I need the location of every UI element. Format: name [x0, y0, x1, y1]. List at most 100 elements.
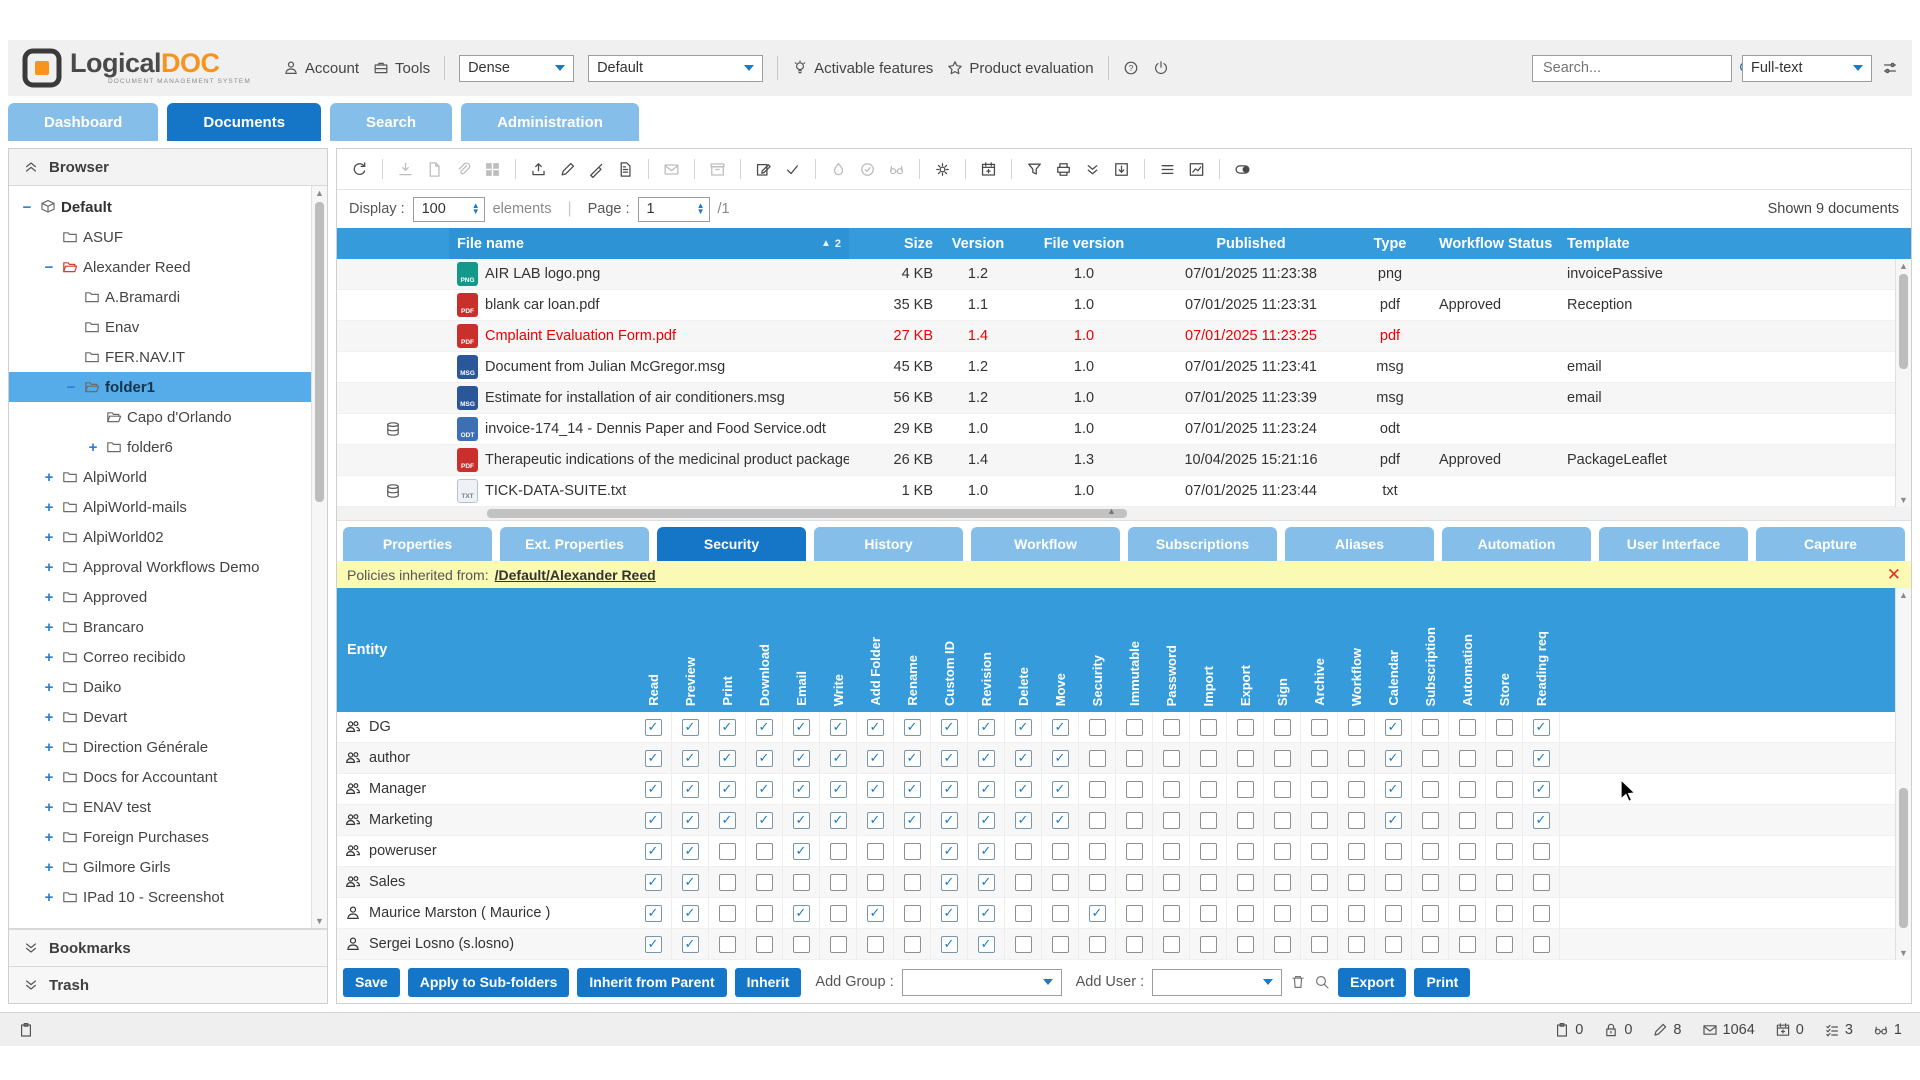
tree-expander-icon[interactable]: + — [41, 529, 57, 546]
checkbox-poweruser-write[interactable] — [830, 843, 847, 860]
horizontal-scroll-thumb[interactable] — [487, 509, 1127, 518]
checkbox-marketing-rename[interactable]: ✓ — [904, 812, 921, 829]
document-name[interactable]: Document from Julian McGregor.msg — [485, 359, 725, 375]
nav-tab-administration[interactable]: Administration — [461, 103, 639, 141]
checkbox-marketing-store[interactable] — [1496, 812, 1513, 829]
tree-expander-icon[interactable]: + — [41, 649, 57, 666]
checkbox-author-revision[interactable]: ✓ — [978, 750, 995, 767]
nav-tab-dashboard[interactable]: Dashboard — [8, 103, 158, 141]
inherit-from-parent-button[interactable]: Inherit from Parent — [577, 968, 726, 997]
checkbox-poweruser-subscription[interactable] — [1422, 843, 1439, 860]
column-header-file-version[interactable]: File version — [1015, 236, 1153, 252]
checkbox-author-print[interactable]: ✓ — [719, 750, 736, 767]
checkbox-manager-reading-req[interactable]: ✓ — [1533, 781, 1550, 798]
upload-icon[interactable] — [526, 157, 551, 182]
security-row-maurice-marston-maurice[interactable]: Maurice Marston ( Maurice ) ✓✓✓✓✓✓✓ — [337, 898, 1911, 929]
sign-icon[interactable] — [584, 157, 609, 182]
document-row-estimate-for-installation-of-air-conditioners-msg[interactable]: MSGEstimate for installation of air cond… — [337, 383, 1911, 414]
security-row-marketing[interactable]: Marketing ✓✓✓✓✓✓✓✓✓✓✓✓✓✓ — [337, 805, 1911, 836]
checkbox-dg-immutable[interactable] — [1126, 719, 1143, 736]
checkbox-sergei-losno-s-losno-subscription[interactable] — [1422, 936, 1439, 953]
status-calendar-counter[interactable]: 0 — [1775, 1022, 1804, 1038]
security-row-sergei-losno-s-losno[interactable]: Sergei Losno (s.losno) ✓✓✓✓ — [337, 929, 1911, 960]
advanced-search-sliders-icon[interactable] — [1882, 60, 1898, 76]
checkbox-sergei-losno-s-losno-email[interactable] — [793, 936, 810, 953]
security-column-subscription[interactable]: Subscription — [1412, 588, 1449, 712]
checkbox-manager-preview[interactable]: ✓ — [682, 781, 699, 798]
checkbox-sergei-losno-s-losno-store[interactable] — [1496, 936, 1513, 953]
checkbox-marketing-custom-id[interactable]: ✓ — [941, 812, 958, 829]
checkbox-sales-rename[interactable] — [904, 874, 921, 891]
checkbox-poweruser-preview[interactable]: ✓ — [682, 843, 699, 860]
checkbox-sales-import[interactable] — [1200, 874, 1217, 891]
tree-node-enav[interactable]: Enav — [9, 312, 312, 342]
inherit-button[interactable]: Inherit — [735, 968, 802, 997]
status-lock-counter[interactable]: 0 — [1603, 1022, 1632, 1038]
spinner-arrows-icon[interactable]: ▲▼ — [472, 203, 480, 215]
checkbox-poweruser-sign[interactable] — [1274, 843, 1291, 860]
checkout-icon[interactable] — [751, 157, 776, 182]
checkbox-maurice-marston-maurice-print[interactable] — [719, 905, 736, 922]
chart-icon[interactable] — [1184, 157, 1209, 182]
checkbox-dg-sign[interactable] — [1274, 719, 1291, 736]
checkbox-manager-download[interactable]: ✓ — [756, 781, 773, 798]
panel-splitter-handle[interactable]: ▲ — [1107, 506, 1116, 516]
checkbox-sergei-losno-s-losno-reading-req[interactable] — [1533, 936, 1550, 953]
checkbox-sales-archive[interactable] — [1311, 874, 1328, 891]
checkbox-marketing-password[interactable] — [1163, 812, 1180, 829]
checkbox-sales-workflow[interactable] — [1348, 874, 1365, 891]
checkbox-sergei-losno-s-losno-read[interactable]: ✓ — [645, 936, 662, 953]
checkbox-maurice-marston-maurice-calendar[interactable] — [1385, 905, 1402, 922]
security-column-write[interactable]: Write — [820, 588, 857, 712]
documents-horizontal-scrollbar[interactable]: ▲ — [337, 507, 1911, 521]
filter-icon[interactable] — [1022, 157, 1047, 182]
checkbox-dg-store[interactable] — [1496, 719, 1513, 736]
checkbox-maurice-marston-maurice-import[interactable] — [1200, 905, 1217, 922]
checkbox-manager-rename[interactable]: ✓ — [904, 781, 921, 798]
security-column-revision[interactable]: Revision — [968, 588, 1005, 712]
checkbox-sergei-losno-s-losno-automation[interactable] — [1459, 936, 1476, 953]
density-select[interactable]: Dense — [459, 55, 574, 82]
security-column-import[interactable]: Import — [1190, 588, 1227, 712]
checkbox-marketing-sign[interactable] — [1274, 812, 1291, 829]
checkbox-author-sign[interactable] — [1274, 750, 1291, 767]
security-column-preview[interactable]: Preview — [672, 588, 709, 712]
checkbox-sergei-losno-s-losno-print[interactable] — [719, 936, 736, 953]
checkbox-poweruser-automation[interactable] — [1459, 843, 1476, 860]
checkbox-dg-move[interactable]: ✓ — [1052, 719, 1069, 736]
tree-node-devart[interactable]: + Devart — [9, 702, 312, 732]
checkbox-author-automation[interactable] — [1459, 750, 1476, 767]
checkbox-dg-email[interactable]: ✓ — [793, 719, 810, 736]
checkbox-poweruser-delete[interactable] — [1015, 843, 1032, 860]
checkbox-author-workflow[interactable] — [1348, 750, 1365, 767]
checkbox-poweruser-revision[interactable]: ✓ — [978, 843, 995, 860]
checkbox-poweruser-export[interactable] — [1237, 843, 1254, 860]
tree-node-alexander-reed[interactable]: − Alexander Reed — [9, 252, 312, 282]
security-column-read[interactable]: Read — [635, 588, 672, 712]
document-row-tick-data-suite-txt[interactable]: TXTTICK-DATA-SUITE.txt 1 KB 1.0 1.0 07/0… — [337, 476, 1911, 507]
search-mode-select[interactable]: Full-text — [1742, 55, 1872, 82]
checkbox-poweruser-read[interactable]: ✓ — [645, 843, 662, 860]
checkbox-sales-write[interactable] — [830, 874, 847, 891]
security-row-poweruser[interactable]: poweruser ✓✓✓✓✓ — [337, 836, 1911, 867]
security-column-reading-req[interactable]: Reading req — [1523, 588, 1560, 712]
checkbox-maurice-marston-maurice-archive[interactable] — [1311, 905, 1328, 922]
checkbox-manager-security[interactable] — [1089, 781, 1106, 798]
security-column-immutable[interactable]: Immutable — [1116, 588, 1153, 712]
checkbox-marketing-subscription[interactable] — [1422, 812, 1439, 829]
checkbox-manager-immutable[interactable] — [1126, 781, 1143, 798]
document-row-document-from-julian-mcgregor-msg[interactable]: MSGDocument from Julian McGregor.msg 45 … — [337, 352, 1911, 383]
checkbox-author-preview[interactable]: ✓ — [682, 750, 699, 767]
checkbox-dg-custom-id[interactable]: ✓ — [941, 719, 958, 736]
security-column-delete[interactable]: Delete — [1005, 588, 1042, 712]
checkbox-sales-subscription[interactable] — [1422, 874, 1439, 891]
checkbox-poweruser-move[interactable] — [1052, 843, 1069, 860]
checkbox-sergei-losno-s-losno-import[interactable] — [1200, 936, 1217, 953]
detail-tab-user-interface[interactable]: User Interface — [1599, 527, 1748, 561]
checkbox-marketing-workflow[interactable] — [1348, 812, 1365, 829]
document-name[interactable]: blank car loan.pdf — [485, 297, 599, 313]
checkbox-poweruser-email[interactable]: ✓ — [793, 843, 810, 860]
checkbox-poweruser-add-folder[interactable] — [867, 843, 884, 860]
checkbox-poweruser-workflow[interactable] — [1348, 843, 1365, 860]
tree-expander-icon[interactable]: + — [41, 829, 57, 846]
